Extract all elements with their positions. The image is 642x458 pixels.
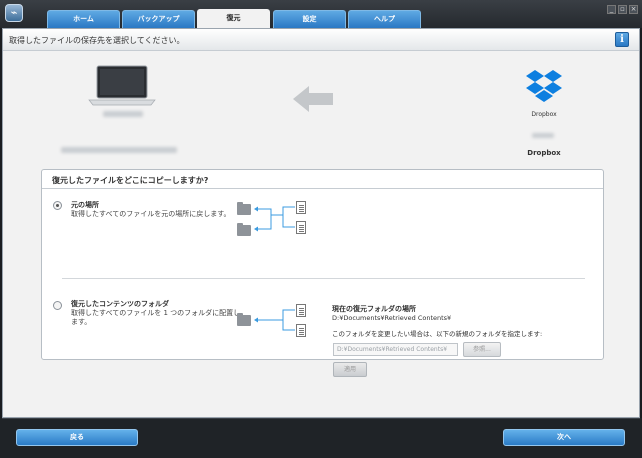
dropbox-icon <box>526 70 562 102</box>
folder-path-input[interactable] <box>333 343 458 356</box>
close-icon[interactable]: × <box>629 5 638 14</box>
next-button[interactable]: 次へ <box>503 429 625 446</box>
title-bar: ⌁ ホーム バックアップ 復元 設定 ヘルプ _ ▫ × <box>0 0 642 28</box>
tab-restore[interactable]: 復元 <box>197 9 270 28</box>
group-title: 復元したファイルをどこにコピーしますか? <box>52 176 209 185</box>
main-panel: 取得したファイルの保存先を選択してください。 i Dropbox Dropbox… <box>2 28 640 418</box>
current-folder-title: 現在の復元フォルダの場所 <box>332 305 416 313</box>
current-folder-path: D:¥Documents¥Retrieved Contents¥ <box>332 314 452 322</box>
restore-folder-description: 取得したすべてのファイルを 1 つのフォルダに配置し ます。 <box>71 309 240 327</box>
info-icon[interactable]: i <box>615 32 629 47</box>
document-icon <box>296 221 306 234</box>
divider <box>2 418 640 419</box>
dropbox-caption: Dropbox <box>531 111 557 118</box>
restore-folder-title: 復元したコンテンツのフォルダ <box>71 300 169 308</box>
original-location-radio[interactable] <box>53 201 62 210</box>
source-device-path <box>61 147 177 153</box>
restore-folder-description-line1: 取得したすべてのファイルを 1 つのフォルダに配置し <box>71 309 241 317</box>
restore-folder-description-line2: ます。 <box>71 318 92 326</box>
tab-home[interactable]: ホーム <box>47 10 120 28</box>
document-icon <box>296 304 306 317</box>
instruction-bar: 取得したファイルの保存先を選択してください。 i <box>3 29 639 51</box>
tab-help[interactable]: ヘルプ <box>348 10 421 28</box>
restore-arrows-icon <box>254 206 295 232</box>
document-icon <box>296 324 306 337</box>
restore-folder-radio[interactable] <box>53 301 62 310</box>
instruction-text: 取得したファイルの保存先を選択してください。 <box>9 36 185 45</box>
folder-icon <box>237 202 251 215</box>
folder-icon <box>237 313 251 326</box>
dropbox-account <box>532 133 554 138</box>
original-location-description: 取得したすべてのファイルを元の場所に戻します。 <box>71 210 231 218</box>
source-device-name <box>103 111 143 117</box>
laptop-icon <box>88 65 156 106</box>
arrow-left-icon <box>293 86 333 112</box>
browse-button[interactable]: 参照... <box>463 342 501 357</box>
merge-arrows-icon <box>254 309 295 331</box>
folder-icon <box>237 223 251 236</box>
tab-settings[interactable]: 設定 <box>273 10 346 28</box>
options-divider <box>62 278 585 279</box>
document-icon <box>296 201 306 214</box>
app-logo-icon: ⌁ <box>5 4 23 22</box>
apply-button[interactable]: 適用 <box>333 362 367 377</box>
original-location-title: 元の場所 <box>71 201 99 209</box>
divider <box>42 188 603 189</box>
restore-window-icon[interactable]: ▫ <box>618 5 627 14</box>
minimize-icon[interactable]: _ <box>607 5 616 14</box>
back-button[interactable]: 戻る <box>16 429 138 446</box>
restore-location-group: 復元したファイルをどこにコピーしますか? 元の場所 取得したすべてのファイルを元… <box>41 169 604 377</box>
destination-label: Dropbox <box>527 149 561 157</box>
tab-backup[interactable]: バックアップ <box>122 10 195 28</box>
change-folder-note: このフォルダを変更したい場合は、以下の新規のフォルダを指定します: <box>332 330 543 338</box>
